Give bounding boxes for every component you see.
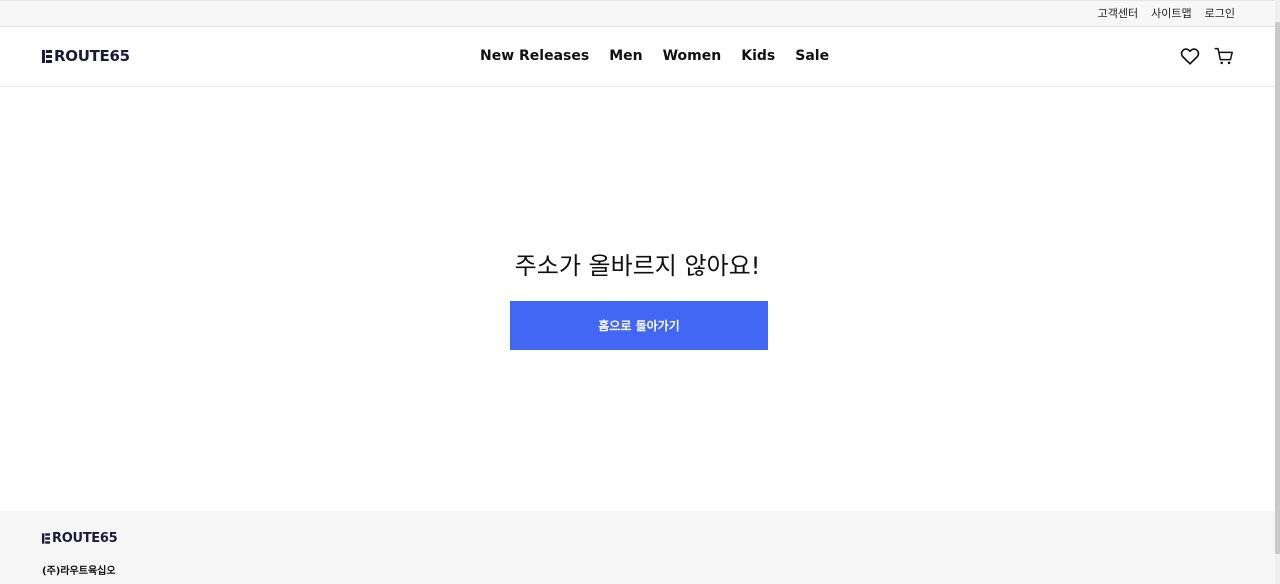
nav-men[interactable]: Men bbox=[609, 46, 642, 66]
nav-new-releases[interactable]: New Releases bbox=[480, 46, 589, 66]
main-nav: New Releases Men Women Kids Sale bbox=[480, 46, 829, 66]
site-footer: ROUTE65 (주)라우트육십오 bbox=[0, 511, 1275, 584]
brand-name: ROUTE65 bbox=[54, 47, 130, 65]
utility-links: 고객센터 사이트맵 로그인 bbox=[1098, 7, 1235, 21]
error-message: 주소가 올바르지 않아요! bbox=[514, 252, 761, 280]
footer-logo-mark-icon bbox=[42, 532, 50, 544]
heart-icon[interactable] bbox=[1179, 45, 1201, 67]
logo-mark-icon bbox=[42, 49, 52, 63]
company-name: (주)라우트육십오 bbox=[42, 566, 116, 577]
brand-logo[interactable]: ROUTE65 bbox=[42, 46, 130, 66]
nav-women[interactable]: Women bbox=[663, 46, 722, 66]
utility-bar: 고객센터 사이트맵 로그인 bbox=[0, 0, 1275, 27]
login-link[interactable]: 로그인 bbox=[1205, 7, 1235, 21]
cart-icon[interactable] bbox=[1213, 45, 1235, 67]
footer-brand-name: ROUTE65 bbox=[52, 530, 118, 546]
page-scrollbar[interactable] bbox=[1275, 0, 1280, 584]
customer-center-link[interactable]: 고객센터 bbox=[1098, 7, 1138, 21]
site-header: ROUTE65 New Releases Men Women Kids Sale bbox=[0, 27, 1275, 87]
scrollbar-thumb[interactable] bbox=[1275, 22, 1280, 554]
header-actions bbox=[1179, 45, 1235, 67]
nav-sale[interactable]: Sale bbox=[795, 46, 829, 66]
go-home-button[interactable]: 홈으로 돌아가기 bbox=[510, 301, 768, 350]
nav-kids[interactable]: Kids bbox=[741, 46, 775, 66]
footer-logo: ROUTE65 bbox=[42, 528, 118, 548]
sitemap-link[interactable]: 사이트맵 bbox=[1151, 7, 1191, 21]
